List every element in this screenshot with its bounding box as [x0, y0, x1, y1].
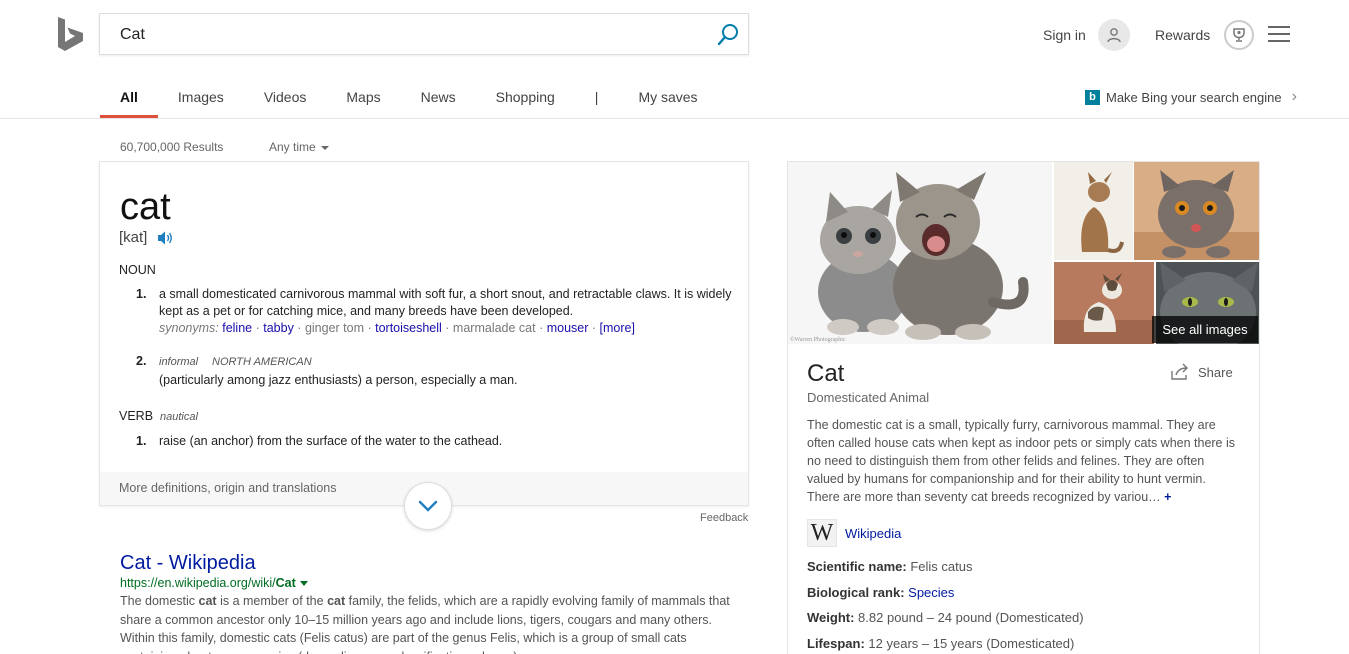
result-url-prefix: https://en.wikipedia.org/wiki/	[120, 576, 276, 590]
speaker-icon[interactable]	[157, 230, 175, 246]
entity-title: Cat	[807, 360, 845, 387]
make-bing-default-link[interactable]: b Make Bing your search engine ›	[1085, 88, 1297, 106]
menu-icon[interactable]	[1268, 26, 1290, 42]
cat-image-sitting[interactable]	[1054, 162, 1133, 260]
cat-image-calico[interactable]	[1054, 262, 1154, 344]
region-label: NORTH AMERICAN	[212, 356, 312, 368]
tab-separator: |	[594, 89, 599, 105]
rewards-label: Rewards	[1155, 27, 1211, 43]
dictionary-word: cat	[120, 186, 171, 228]
tab-shopping[interactable]: Shopping	[476, 76, 575, 118]
entity-subtitle: Domesticated Animal	[807, 390, 930, 405]
fact-row: Biological rank: Species	[807, 585, 954, 600]
tab-all[interactable]: All	[100, 76, 158, 118]
def-number: 1.	[136, 287, 147, 301]
sign-in-button[interactable]: Sign in	[1043, 19, 1130, 51]
bing-logo[interactable]	[57, 16, 85, 52]
synonym-link[interactable]: feline	[222, 321, 252, 335]
source-label: Wikipedia	[845, 525, 902, 541]
synonym-text: marmalade cat	[452, 321, 536, 335]
cat-image-british-shorthair[interactable]	[1134, 162, 1259, 260]
fact-label: Scientific name:	[807, 559, 907, 574]
synonym-link[interactable]: tabby	[263, 321, 294, 335]
share-button[interactable]: Share	[1170, 363, 1233, 381]
fact-row: Scientific name: Felis catus	[807, 559, 972, 574]
noun-label: NOUN	[119, 263, 156, 277]
snippet-text: The domestic	[120, 594, 199, 608]
tab-images[interactable]: Images	[158, 76, 244, 118]
fact-row: Lifespan: 12 years – 15 years (Domestica…	[807, 636, 1074, 651]
snippet-bold: cat	[198, 594, 217, 608]
def-number: 2.	[136, 354, 147, 368]
chevron-down-icon	[418, 500, 438, 512]
caret-down-icon[interactable]	[299, 581, 308, 587]
search-box	[99, 13, 749, 55]
rewards-trophy-icon	[1224, 20, 1255, 50]
fact-value: 12 years – 15 years (Domesticated)	[868, 636, 1075, 651]
result-title-link[interactable]: Cat - Wikipedia	[120, 552, 256, 575]
expand-description-button[interactable]: +	[1164, 490, 1171, 504]
pronunciation-text: [kat]	[119, 229, 148, 246]
synonym-link[interactable]: mouser	[547, 321, 589, 335]
synonym-text: ginger tom	[304, 321, 364, 335]
share-icon	[1171, 363, 1188, 380]
entity-description: The domestic cat is a small, typically f…	[807, 416, 1239, 506]
definition-text: a small domesticated carnivorous mammal …	[159, 287, 732, 318]
chevron-right-icon: ›	[1291, 88, 1297, 105]
fact-label: Lifespan:	[807, 636, 865, 651]
fact-value: 8.82 pound – 24 pound (Domesticated)	[858, 610, 1084, 625]
feedback-link[interactable]: Feedback	[700, 512, 748, 524]
definition-text: (particularly among jazz enthusiasts) a …	[159, 373, 518, 387]
fact-row: Weight: 8.82 pound – 24 pound (Domestica…	[807, 610, 1084, 625]
image-watermark: ©Warren Photographic	[790, 336, 846, 343]
user-avatar-icon	[1097, 19, 1130, 51]
snippet-text: is a member of the	[216, 594, 328, 608]
tab-my-saves[interactable]: My saves	[618, 76, 717, 118]
search-tabs: All Images Videos Maps News Shopping | M…	[100, 76, 718, 118]
tab-maps[interactable]: Maps	[326, 76, 400, 118]
rewards-button[interactable]: Rewards	[1155, 19, 1255, 51]
cat-image-main[interactable]: ©Warren Photographic	[788, 162, 1052, 344]
result-url[interactable]: https://en.wikipedia.org/wiki/Cat	[120, 576, 308, 590]
fact-value: Felis catus	[910, 559, 973, 574]
synonyms-label: synonyms:	[159, 321, 219, 335]
synonym-link[interactable]: tortoiseshell	[375, 321, 442, 335]
synonyms-row: synonyms: feline · tabby · ginger tom · …	[159, 321, 635, 335]
verb-label: VERB	[119, 409, 154, 423]
result-url-bold: Cat	[275, 576, 296, 590]
result-snippet: The domestic cat is a member of the cat …	[120, 592, 730, 654]
expand-button[interactable]	[404, 482, 452, 530]
header-divider	[0, 118, 1349, 119]
time-filter-dropdown[interactable]: Any time	[269, 140, 329, 154]
time-filter-label: Any time	[269, 140, 316, 154]
fact-label: Biological rank:	[807, 585, 905, 600]
wikipedia-logo-icon: W	[807, 519, 837, 547]
sign-in-label: Sign in	[1043, 27, 1086, 43]
search-icon[interactable]	[716, 23, 740, 47]
more-synonyms-link[interactable]: [more]	[600, 321, 635, 335]
pronunciation: [kat]	[119, 229, 175, 246]
see-all-images-button[interactable]: See all images	[1152, 316, 1258, 343]
result-count: 60,700,000 Results	[120, 140, 224, 154]
wikipedia-source-link[interactable]: W Wikipedia	[807, 519, 901, 547]
dictionary-card: cat [kat] NOUN 1. a small domesticated c…	[99, 161, 749, 506]
share-label: Share	[1198, 364, 1233, 380]
definition-text: raise (an anchor) from the surface of th…	[159, 434, 503, 448]
tab-news[interactable]: News	[401, 76, 476, 118]
verb-label-row: VERB nautical	[119, 409, 198, 423]
caret-down-icon	[320, 145, 329, 150]
search-input[interactable]	[120, 25, 700, 45]
bing-badge-icon: b	[1085, 89, 1100, 105]
usage-labels: informal NORTH AMERICAN	[159, 353, 739, 371]
fact-value-link[interactable]: Species	[908, 585, 954, 600]
tab-videos[interactable]: Videos	[244, 76, 327, 118]
usage-label: informal	[159, 356, 199, 368]
fact-label: Weight:	[807, 610, 855, 625]
def-number: 1.	[136, 434, 147, 448]
make-bing-label: Make Bing your search engine	[1106, 89, 1282, 105]
snippet-bold: cat	[327, 594, 346, 608]
verb-tag: nautical	[160, 411, 198, 423]
